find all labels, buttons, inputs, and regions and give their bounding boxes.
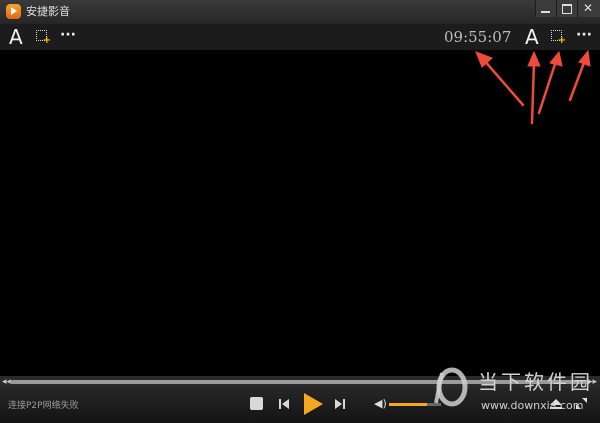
stop-button[interactable] <box>250 397 263 410</box>
next-icon <box>335 399 342 409</box>
volume-level <box>389 403 427 406</box>
play-button[interactable] <box>302 392 324 416</box>
annotation-arrowhead <box>578 49 591 67</box>
annotation-arrow <box>530 60 536 125</box>
annotation-arrow <box>568 58 587 102</box>
annotation-arrows <box>475 49 591 125</box>
previous-icon-bar <box>279 399 281 409</box>
annotation-arrow <box>481 57 525 107</box>
play-icon <box>304 393 323 415</box>
watermark-text: 当下软件园 <box>478 370 593 394</box>
annotation-arrowhead <box>527 50 541 67</box>
watermark-url: www.downxia.com <box>481 399 584 412</box>
annotation-arrow <box>537 59 558 115</box>
status-text: 连接P2P网络失败 <box>8 401 79 411</box>
annotation-arrowhead <box>549 50 563 67</box>
previous-icon <box>282 399 289 409</box>
watermark-logo-icon <box>434 367 468 407</box>
next-icon-bar <box>343 399 345 409</box>
next-button[interactable] <box>333 397 347 411</box>
previous-button[interactable] <box>277 397 291 411</box>
volume-icon[interactable]: ◀) <box>374 398 387 410</box>
